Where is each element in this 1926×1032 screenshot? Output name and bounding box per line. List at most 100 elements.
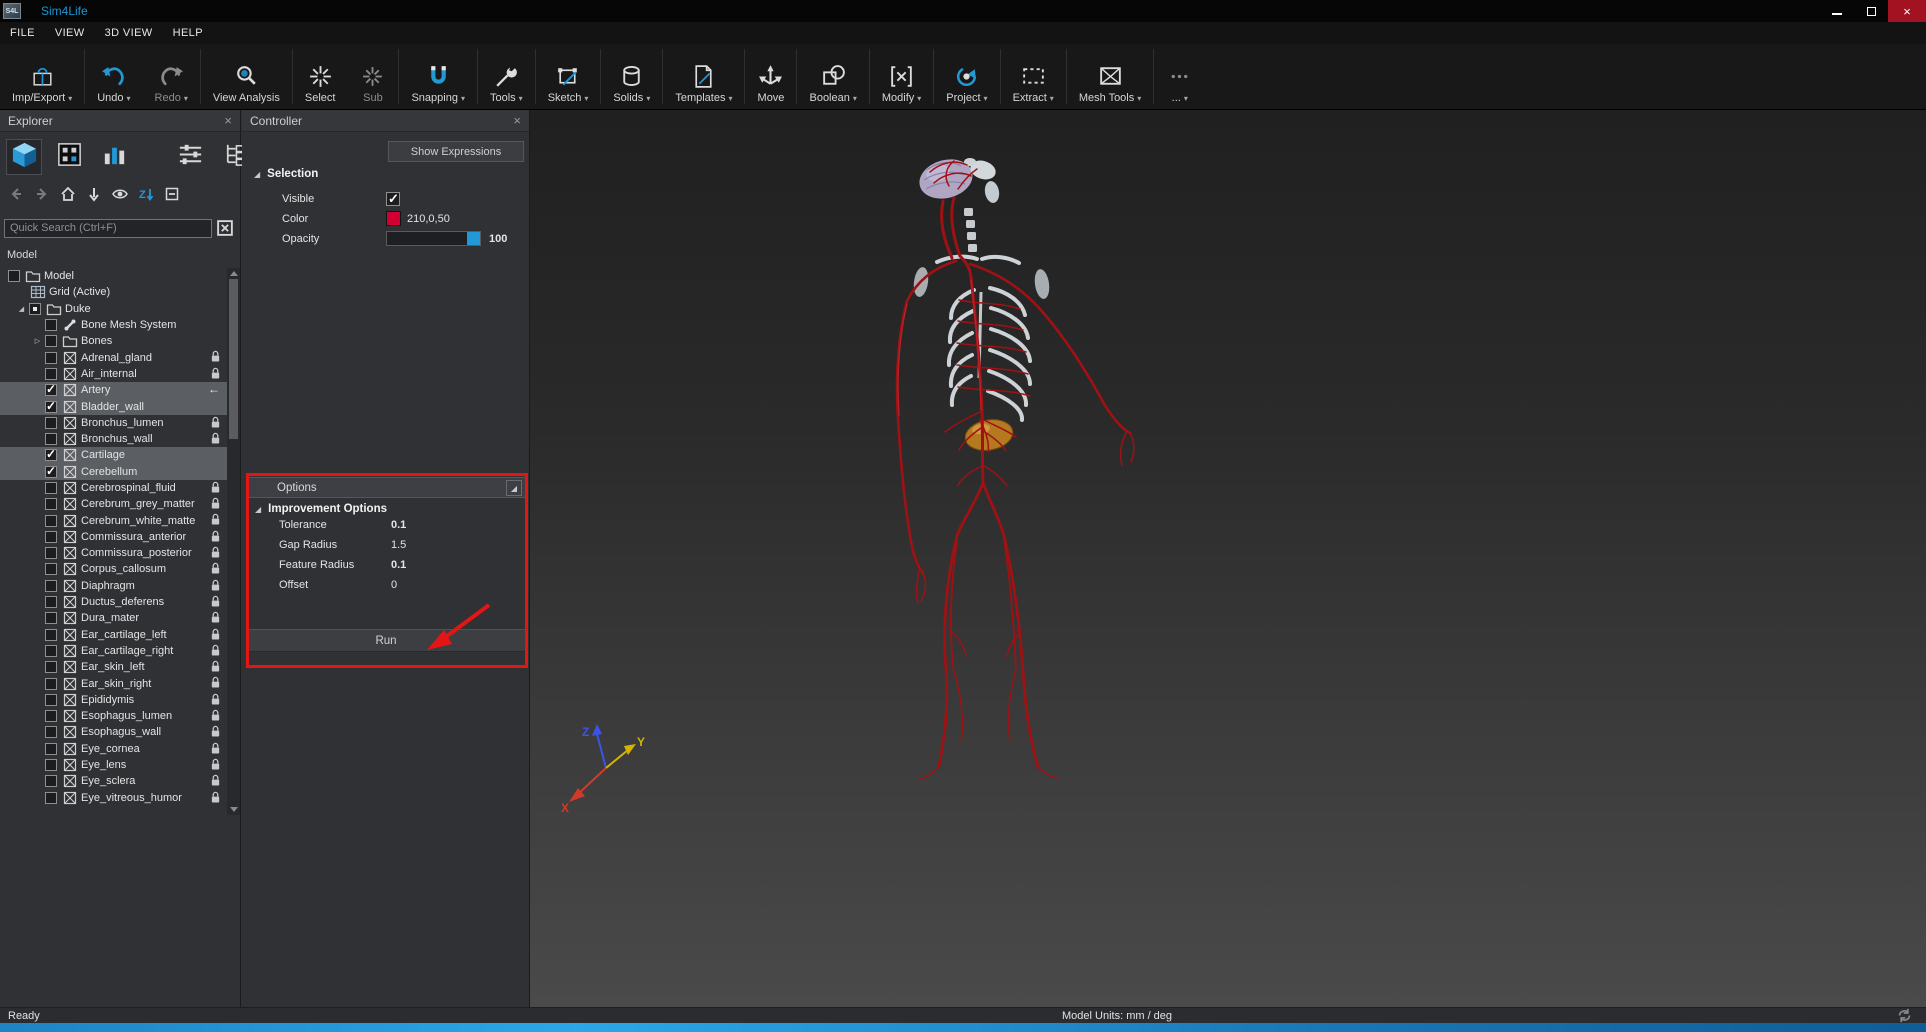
minimize-button[interactable] <box>1820 0 1854 22</box>
tree-item-artery[interactable]: Artery← <box>0 382 228 398</box>
tree-item-eye-sclera[interactable]: Eye_sclera <box>0 773 228 789</box>
tree-item-eye-vitreous-humor[interactable]: Eye_vitreous_humor <box>0 790 228 806</box>
tree-item-cartilage[interactable]: Cartilage <box>0 447 228 463</box>
visibility-checkbox[interactable] <box>45 710 57 722</box>
visibility-checkbox[interactable] <box>45 482 57 494</box>
expander-open-icon[interactable]: ◢ <box>14 305 29 313</box>
tree-item-bones[interactable]: ▷Bones <box>0 333 228 349</box>
maximize-button[interactable] <box>1854 0 1888 22</box>
tree-item-ear-cartilage-right[interactable]: Ear_cartilage_right <box>0 643 228 659</box>
tree-item-dura-mater[interactable]: Dura_mater <box>0 610 228 626</box>
back-button[interactable] <box>7 187 25 205</box>
tree-item-diaphragm[interactable]: Diaphragm <box>0 578 228 594</box>
eye-button[interactable] <box>111 187 129 205</box>
forward-button[interactable] <box>33 187 51 205</box>
clear-search-button[interactable] <box>215 218 235 238</box>
visibility-checkbox[interactable] <box>45 759 57 771</box>
tree-item-bone-mesh-system[interactable]: Bone Mesh System <box>0 317 228 333</box>
visibility-checkbox[interactable] <box>8 270 20 282</box>
run-button[interactable]: Run <box>246 629 526 652</box>
visibility-checkbox[interactable] <box>45 319 57 331</box>
toolbar-solids-button[interactable]: Solids▾ <box>601 44 662 109</box>
toolbar-undo-button[interactable]: Undo▾ <box>85 44 142 109</box>
visibility-checkbox[interactable] <box>45 417 57 429</box>
toolbar-select-button[interactable]: Select <box>293 44 348 109</box>
toolbar-boolean-button[interactable]: Boolean▾ <box>797 44 868 109</box>
tree-item-cerebrospinal-fluid[interactable]: Cerebrospinal_fluid <box>0 480 228 496</box>
tree-item-cerebrum-grey-matter[interactable]: Cerebrum_grey_matter <box>0 496 228 512</box>
visibility-checkbox[interactable] <box>45 694 57 706</box>
controller-close-icon[interactable]: × <box>513 114 521 127</box>
options-section-header[interactable]: Options ◢ <box>246 477 526 498</box>
chevron-down-icon[interactable]: ▾ <box>646 94 650 103</box>
visibility-checkbox[interactable] <box>45 743 57 755</box>
visibility-checkbox[interactable] <box>45 678 57 690</box>
show-expressions-button[interactable]: Show Expressions <box>388 141 524 162</box>
toolbar-move-button[interactable]: Move <box>745 44 796 109</box>
visibility-checkbox[interactable] <box>45 563 57 575</box>
explorer-close-icon[interactable]: × <box>224 114 232 127</box>
visibility-checkbox[interactable] <box>45 368 57 380</box>
tree-item-bladder-wall[interactable]: Bladder_wall <box>0 398 228 414</box>
toolbar-sub-button[interactable]: Sub <box>347 44 398 109</box>
tree-scrollbar[interactable] <box>227 268 240 815</box>
tree-item-commissura-posterior[interactable]: Commissura_posterior <box>0 545 228 561</box>
option-value[interactable]: 0.1 <box>391 559 406 571</box>
tree-item-adrenal-gland[interactable]: Adrenal_gland <box>0 349 228 365</box>
menu-view[interactable]: VIEW <box>45 27 95 39</box>
tree-item-epididymis[interactable]: Epididymis <box>0 692 228 708</box>
tree-item-ear-cartilage-left[interactable]: Ear_cartilage_left <box>0 627 228 643</box>
chevron-down-icon[interactable]: ▾ <box>1137 94 1141 103</box>
improvement-options-header[interactable]: ◢ Improvement Options <box>246 503 526 515</box>
chevron-down-icon[interactable]: ▾ <box>984 94 988 103</box>
tree-item-air-internal[interactable]: Air_internal <box>0 366 228 382</box>
visibility-checkbox[interactable] <box>45 547 57 559</box>
chevron-down-icon[interactable]: ▾ <box>519 94 523 103</box>
chevron-down-icon[interactable]: ▾ <box>853 94 857 103</box>
visibility-checkbox[interactable] <box>45 433 57 445</box>
visibility-checkbox[interactable] <box>45 792 57 804</box>
toolbar-mesh-tools-button[interactable]: Mesh Tools▾ <box>1067 44 1153 109</box>
home-button[interactable] <box>59 187 77 205</box>
simulation-view-button[interactable] <box>51 139 87 175</box>
visibility-checkbox[interactable] <box>45 661 57 673</box>
option-value[interactable]: 1.5 <box>391 539 406 551</box>
options-collapse-button[interactable]: ◢ <box>506 480 522 496</box>
chevron-down-icon[interactable]: ▾ <box>584 94 588 103</box>
toolbar-view-analysis-button[interactable]: View Analysis <box>201 44 292 109</box>
tree-item-grid-active[interactable]: Grid (Active) <box>0 284 228 300</box>
tree-item-ear-skin-right[interactable]: Ear_skin_right <box>0 675 228 691</box>
visibility-checkbox[interactable] <box>45 645 57 657</box>
chevron-down-icon[interactable]: ▾ <box>461 94 465 103</box>
visibility-checkbox[interactable] <box>45 531 57 543</box>
visible-checkbox[interactable] <box>386 192 400 206</box>
tree-item-cerebellum[interactable]: Cerebellum <box>0 464 228 480</box>
analysis-view-button[interactable] <box>96 139 132 175</box>
viewport-3d[interactable]: Z Y X <box>530 110 1926 1007</box>
opacity-slider[interactable] <box>386 231 481 246</box>
tree-item-eye-cornea[interactable]: Eye_cornea <box>0 741 228 757</box>
toolbar-snapping-button[interactable]: Snapping▾ <box>399 44 477 109</box>
visibility-checkbox[interactable] <box>45 401 57 413</box>
visibility-checkbox[interactable] <box>45 596 57 608</box>
toolbar-imp-export-button[interactable]: Imp/Export▾ <box>0 44 84 109</box>
chevron-down-icon[interactable]: ▾ <box>1184 94 1188 103</box>
visibility-checkbox[interactable] <box>45 384 57 396</box>
option-value[interactable]: 0.1 <box>391 519 406 531</box>
search-input[interactable] <box>4 219 212 238</box>
toolbar-item-button[interactable]: ...▾ <box>1154 44 1205 109</box>
scroll-down-icon[interactable] <box>230 807 238 812</box>
tree-item-cerebrum-white-matte[interactable]: Cerebrum_white_matte <box>0 512 228 528</box>
filter-sliders-button[interactable] <box>172 139 208 175</box>
chevron-down-icon[interactable]: ▾ <box>184 94 188 103</box>
tree-item-bronchus-wall[interactable]: Bronchus_wall <box>0 431 228 447</box>
visibility-checkbox[interactable] <box>45 466 57 478</box>
toolbar-sketch-button[interactable]: Sketch▾ <box>536 44 601 109</box>
option-value[interactable]: 0 <box>391 579 397 591</box>
sort-z-button[interactable]: Z <box>137 187 155 205</box>
tree-item-ear-skin-left[interactable]: Ear_skin_left <box>0 659 228 675</box>
visibility-checkbox[interactable] <box>45 726 57 738</box>
tree-item-model[interactable]: Model <box>0 268 228 284</box>
visibility-checkbox[interactable] <box>45 612 57 624</box>
chevron-down-icon[interactable]: ▾ <box>1050 94 1054 103</box>
